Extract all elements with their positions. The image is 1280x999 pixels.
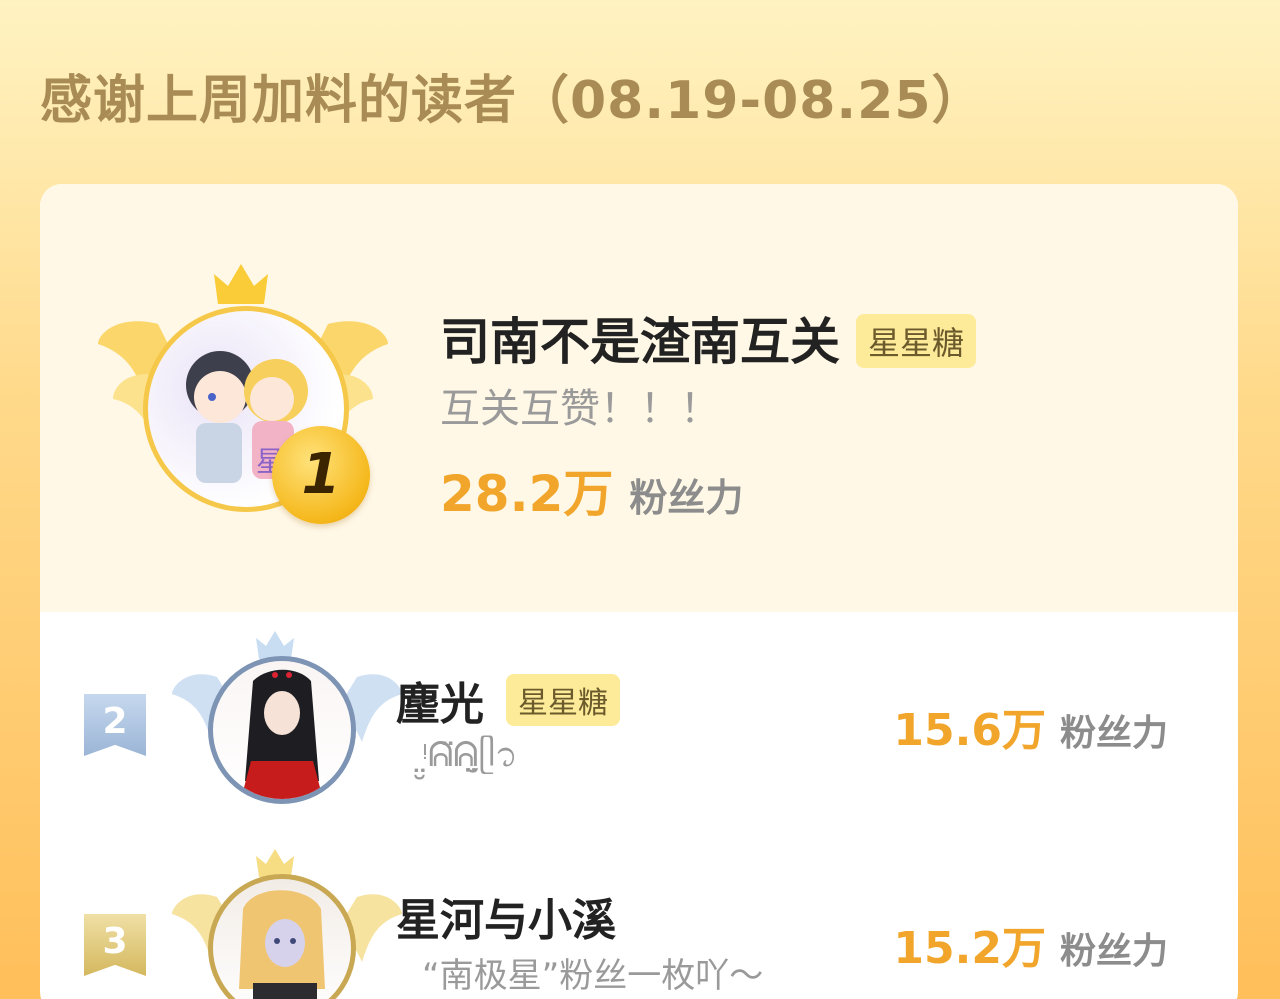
page-title: 感谢上周加料的读者（08.19-08.25）: [40, 71, 985, 131]
user-signature: ᵎ̤̮ᕱ̈ᕱ̤̮ᥫ᭡: [422, 735, 518, 775]
user-name[interactable]: 麈光: [396, 668, 484, 732]
fan-badge: 星星糖: [856, 314, 977, 368]
fan-badge: 星星糖: [506, 674, 620, 726]
fan-power-unit: 粉丝力: [629, 476, 744, 520]
user-signature: “南极星”粉丝一枚吖～: [422, 956, 764, 996]
fan-power: 28.2万 粉丝力: [440, 454, 743, 526]
rank-1-medal: 1: [272, 426, 370, 524]
fan-power-unit: 粉丝力: [1059, 931, 1168, 972]
fan-power: 15.6万 粉丝力: [893, 694, 1168, 758]
user-name[interactable]: 司南不是渣南互关: [440, 302, 840, 374]
fan-power-unit: 粉丝力: [1059, 713, 1168, 754]
fan-power-value: 15.6万: [893, 705, 1046, 756]
avatar[interactable]: [208, 656, 356, 804]
user-name[interactable]: 星河与小溪: [396, 884, 616, 948]
user-signature: 互关互赞！！！: [440, 386, 720, 432]
leaderboard-card: 星 1 司南不是渣南互关 星星糖 互关互赞！！！ 28.2万 粉丝力 2 麈光 …: [40, 184, 1238, 999]
fan-power-value: 15.2万: [893, 923, 1046, 974]
fan-power: 15.2万 粉丝力: [893, 912, 1168, 976]
avatar-illustration: [239, 890, 325, 999]
rank-3-flag: 3: [84, 914, 146, 976]
avatar-illustration: [241, 669, 323, 799]
crown-icon: [214, 264, 268, 304]
rank-2-flag: 2: [84, 694, 146, 756]
fan-power-value: 28.2万: [440, 465, 614, 523]
